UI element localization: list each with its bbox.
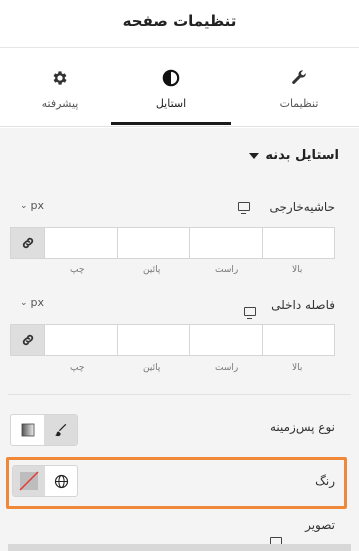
desktop-icon[interactable]	[244, 307, 256, 319]
tab-label: استایل	[155, 97, 187, 110]
link-values-button[interactable]	[11, 325, 45, 355]
margin-top-input[interactable]	[262, 228, 334, 258]
classic-brush-option[interactable]	[44, 415, 77, 445]
padding-left-input[interactable]	[45, 325, 118, 355]
dim-label-bottom: پائین	[143, 265, 161, 275]
active-tab-indicator	[111, 122, 231, 125]
section-title: استایل بدنه	[265, 148, 339, 163]
padding-bottom-input[interactable]	[117, 325, 190, 355]
unit-selector[interactable]: ⌄ px	[20, 296, 44, 309]
tab-settings[interactable]: تنظیمات	[239, 49, 359, 127]
margin-bottom-input[interactable]	[117, 228, 190, 258]
margin-label: حاشیه‌خارجی	[269, 200, 335, 214]
margin-left-input[interactable]	[45, 228, 118, 258]
background-type-switch	[10, 414, 78, 446]
link-values-button[interactable]	[11, 228, 45, 258]
dim-label-top: بالا	[292, 265, 303, 275]
global-colors-button[interactable]	[45, 466, 77, 496]
margin-right-input[interactable]	[190, 228, 263, 258]
padding-dimensions	[10, 324, 335, 356]
section-body-style[interactable]: استایل بدنه	[249, 148, 339, 163]
gradient-icon	[21, 423, 34, 437]
background-type-label: نوع پس‌زمینه	[269, 420, 335, 434]
tab-advanced[interactable]: پیشرفته	[0, 49, 120, 127]
tab-label: تنظیمات	[279, 97, 319, 110]
chevron-down-icon: ⌄	[20, 200, 28, 211]
tab-style[interactable]: استایل	[111, 49, 231, 127]
color-label: رنگ	[315, 474, 335, 488]
desktop-icon[interactable]	[238, 202, 250, 214]
link-icon	[22, 237, 33, 249]
dim-label-top: بالا	[292, 363, 303, 373]
dim-label-left: چپ	[70, 363, 85, 373]
color-control	[12, 465, 78, 497]
chevron-down-icon: ⌄	[20, 297, 28, 308]
padding-label: فاصله داخلی	[271, 298, 335, 312]
tab-bar: پیشرفته استایل تنظیمات	[0, 49, 359, 127]
dim-label-right: راست	[215, 363, 239, 373]
unit-value: px	[30, 296, 45, 309]
color-swatch-button[interactable]	[13, 466, 45, 496]
brush-icon	[54, 423, 66, 437]
unit-selector[interactable]: ⌄ px	[20, 199, 44, 212]
image-label: تصویر	[305, 518, 335, 532]
padding-right-input[interactable]	[190, 325, 263, 355]
padding-top-input[interactable]	[262, 325, 334, 355]
contrast-icon	[111, 69, 231, 87]
image-control-preview[interactable]	[8, 544, 351, 551]
tab-label: پیشرفته	[41, 97, 79, 110]
wrench-icon	[239, 69, 359, 87]
caret-down-icon	[249, 152, 260, 159]
dim-label-bottom: پائین	[143, 363, 161, 373]
margin-dimensions	[10, 227, 335, 259]
page-title: تنظیمات صفحه	[122, 12, 237, 30]
unit-value: px	[30, 199, 45, 212]
dim-label-right: راست	[215, 265, 239, 275]
link-icon	[22, 334, 33, 346]
panel-header: تنظیمات صفحه	[0, 0, 359, 48]
no-color-icon	[19, 471, 39, 491]
globe-icon	[54, 474, 68, 488]
divider	[8, 394, 351, 395]
dim-label-left: چپ	[70, 265, 85, 275]
gradient-option[interactable]	[11, 415, 44, 445]
gear-icon	[0, 69, 120, 87]
